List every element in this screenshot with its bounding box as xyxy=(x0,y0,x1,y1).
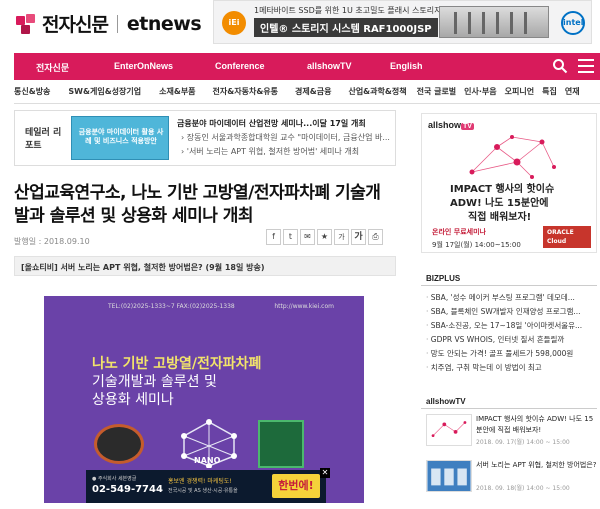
ad-message1: 홍보엔 경쟁력! 마케팅도! xyxy=(168,478,232,485)
seminar-ad-image[interactable]: TEL:(02)2025-1333~7 FAX:(02)2025-1338 ht… xyxy=(44,296,364,503)
subnav-item[interactable]: 통신&방송 xyxy=(14,80,50,100)
site-logo[interactable]: 전자신문 etnews xyxy=(14,10,202,37)
print-icon[interactable]: ⎙ xyxy=(368,229,383,245)
logo-english: etnews xyxy=(126,12,202,35)
cable-image xyxy=(94,424,144,464)
nav-item-allshowtv[interactable]: allshowTV xyxy=(307,61,352,71)
bizplus-item[interactable]: 치주염, 구취 막는데 이 방법이 최고 xyxy=(426,361,596,375)
font-decrease-button[interactable]: 가 xyxy=(334,229,349,245)
nav-item-etnews[interactable]: 전자신문 xyxy=(36,61,69,74)
ad-contact: TEL:(02)2025-1333~7 FAX:(02)2025-1338 xyxy=(108,303,235,310)
theme-sub-link[interactable]: › 장동인 서울과학종합대학원 교수 "마이데이터, 금융산업 바... xyxy=(177,131,392,145)
theme-thumbnail[interactable]: 금융분야 마이데이터 활용 사례 및 비즈니스 적용방안 xyxy=(71,116,169,160)
video-date: 2018. 09. 17(월) 14:00 ~ 15:00 xyxy=(476,439,570,446)
nav-item-english[interactable]: English xyxy=(390,61,423,71)
nav-item-conference[interactable]: Conference xyxy=(215,61,265,71)
subnav-item[interactable]: 연재 xyxy=(565,80,580,100)
logo-korean: 전자신문 xyxy=(42,14,109,36)
bizplus-item[interactable]: GDPR VS WHOIS, 인터넷 질서 흔들릴까 xyxy=(426,333,596,347)
subnav-item[interactable]: 전국 글로벌 xyxy=(417,80,457,100)
ad-title-line3: 상용화 세미나 xyxy=(92,392,174,408)
subnav-item[interactable]: SW&게임&성장기업 xyxy=(68,80,141,100)
theme-thumbnail-text: 금융분야 마이데이터 활용 사례 및 비즈니스 적용방안 xyxy=(78,128,164,145)
article-tools: f t ✉ ★ 가 가 ⎙ xyxy=(266,229,383,245)
section-rule xyxy=(421,285,597,286)
video-item[interactable]: 서버 노리는 APT 위협, 철저한 방어법은? 2018. 09. 18(월)… xyxy=(426,460,597,494)
intel-logo: intel xyxy=(561,11,585,35)
related-article-link[interactable]: [올쇼티비] 서버 노리는 APT 위협, 철저한 방어법은? (9월 18일 … xyxy=(14,256,396,276)
banner-brand-logo: iEi xyxy=(222,11,246,35)
side-ad-headline3: 직접 배워보자! xyxy=(468,212,532,223)
side-ad-schedule: 9월 17일(월) 14:00~15:00 xyxy=(432,241,521,249)
theme-label: 테일러 리포트 xyxy=(25,128,62,151)
article-headline: 산업교육연구소, 나노 기반 고방열/전자파차폐 기술개발과 솔루션 및 상용화… xyxy=(14,183,381,226)
circuit-cube-image xyxy=(258,420,304,468)
subnav-item[interactable]: 인사·부음 xyxy=(464,80,496,100)
email-icon[interactable]: ✉ xyxy=(300,229,315,245)
menu-icon[interactable] xyxy=(578,59,594,73)
nav-item-enteronnews[interactable]: EnterOnNews xyxy=(114,61,173,71)
video-title: 서버 노리는 APT 위협, 철저한 방어법은? xyxy=(476,461,597,469)
ad-title-line1: 나노 기반 고방열/전자파차폐 xyxy=(92,356,262,372)
video-title: IMPACT 행사의 핫이슈 ADW! 나도 15분안에 직접 배워보자! xyxy=(476,415,594,434)
font-increase-button[interactable]: 가 xyxy=(351,229,366,245)
ad-message2: 전국시공 및 AS 생산·시공·유통을 xyxy=(168,488,238,494)
publish-date: 발행일 : 2018.09.10 xyxy=(14,237,90,246)
oracle-cloud-logo: ORACLE Cloud xyxy=(543,226,591,248)
video-thumbnail xyxy=(426,414,472,446)
bizplus-title[interactable]: BIZPLUS xyxy=(426,274,460,283)
server-image xyxy=(439,6,549,38)
twitter-share-icon[interactable]: t xyxy=(283,229,298,245)
nano-label: NANO xyxy=(194,456,221,465)
banner-line1: 1메타바이트 SSD를 위한 1U 초고밀도 플래시 스토리지 xyxy=(254,6,442,15)
ad-site: http://www.kiei.com xyxy=(274,303,334,310)
subnav-item[interactable]: 산업&과학&정책 xyxy=(348,80,406,100)
nav-divider xyxy=(14,103,600,104)
subnav-item[interactable]: 특집 xyxy=(542,80,557,100)
bizplus-item[interactable]: SBA, '성수 메이커 부스팅 프로그램' 데모데... xyxy=(426,291,596,305)
bizplus-item[interactable]: SBA, 블록체인 SW개발자 인재양성 프로그램... xyxy=(426,305,596,319)
theme-lead-link[interactable]: 금융분야 마이데이터 산업전망 세미나...이달 17일 개최 xyxy=(177,117,392,131)
bizplus-item[interactable]: SBA-소진공, 오는 17~18일 '아이마켓서울유... xyxy=(426,319,596,333)
video-thumbnail xyxy=(426,460,472,492)
side-ad-headline2: ADW! 나도 15분안에 xyxy=(450,198,549,209)
close-icon[interactable]: ✕ xyxy=(320,468,330,478)
section-rule xyxy=(421,408,597,409)
header: 전자신문 etnews iEi 1메타바이트 SSD를 위한 1U 초고밀도 플… xyxy=(0,0,600,52)
ad-company: ● 주식회사 세븐영글 xyxy=(92,476,137,482)
allshowtv-section-title[interactable]: allshowTV xyxy=(426,397,466,406)
subnav-item[interactable]: 전자&자동차&유통 xyxy=(213,80,278,100)
video-date: 2018. 09. 18(월) 14:00 ~ 15:00 xyxy=(476,485,570,492)
bizplus-item[interactable]: 망도 안되는 가격! 골프 풀세트가 598,000원 xyxy=(426,347,596,361)
side-ad-headline1: IMPACT 행사의 핫이슈 xyxy=(450,184,555,195)
ad-footer-banner[interactable]: ● 주식회사 세븐영글 02-549-7744 홍보엔 경쟁력! 마케팅도! 전… xyxy=(86,470,326,503)
facebook-share-icon[interactable]: f xyxy=(266,229,281,245)
theme-sub-link[interactable]: › '서버 노리는 APT 위협, 철저한 방어법' 세미나 개최 xyxy=(177,145,392,159)
video-item[interactable]: IMPACT 행사의 핫이슈 ADW! 나도 15분안에 직접 배워보자! 20… xyxy=(426,414,596,448)
ad-cta-button[interactable]: 한번에! xyxy=(272,474,320,498)
allshowtv-logo: allshow TV xyxy=(428,120,474,130)
theme-report-box: 테일러 리포트 금융분야 마이데이터 활용 사례 및 비즈니스 적용방안 금융분… xyxy=(14,110,396,166)
subnav-item[interactable]: 경제&금융 xyxy=(295,80,331,100)
subnav-item[interactable]: 오피니언 xyxy=(505,80,534,100)
banner-line2: 인텔® 스토리지 시스템 RAF1000JSP xyxy=(254,18,438,37)
ad-title-line2: 기술개발과 솔루션 및 xyxy=(92,374,217,390)
bookmark-star-icon[interactable]: ★ xyxy=(317,229,332,245)
main-nav: 전자신문 EnterOnNews Conference allshowTV En… xyxy=(14,53,600,80)
logo-mark-icon xyxy=(14,12,38,36)
network-graphic xyxy=(469,135,556,179)
bizplus-list: SBA, '성수 메이커 부스팅 프로그램' 데모데... SBA, 블록체인 … xyxy=(426,291,596,375)
top-banner-ad[interactable]: iEi 1메타바이트 SSD를 위한 1U 초고밀도 플래시 스토리지 인텔® … xyxy=(213,0,592,44)
side-ad-cta: 온라인 무료세미나 xyxy=(432,228,486,236)
side-ad-allshowtv[interactable]: allshow TV IMPACT 행사의 핫이슈 ADW! 나도 15분안에 직… xyxy=(421,113,597,253)
section-nav: 통신&방송 SW&게임&성장기업 소재&부품 전자&자동차&유통 경제&금융 산… xyxy=(14,80,600,100)
ad-phone: 02-549-7744 xyxy=(92,484,163,495)
logo-divider xyxy=(116,14,118,33)
search-icon[interactable] xyxy=(552,58,568,74)
theme-links: 금융분야 마이데이터 산업전망 세미나...이달 17일 개최 › 장동인 서울… xyxy=(177,117,392,159)
subnav-item[interactable]: 소재&부품 xyxy=(159,80,195,100)
